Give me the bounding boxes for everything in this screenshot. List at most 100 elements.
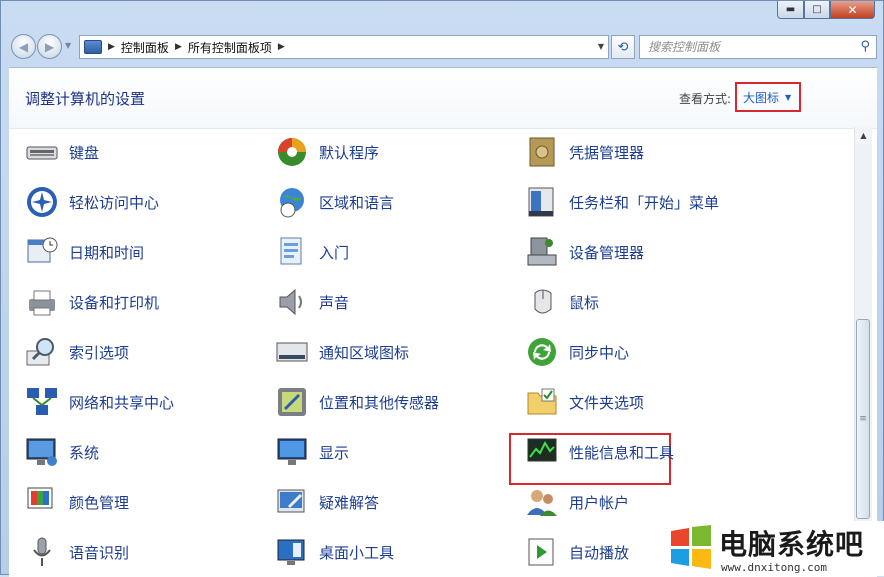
control-panel-item-label[interactable]: 颜色管理 <box>69 492 129 513</box>
control-panel-item-label[interactable]: 性能信息和工具 <box>569 442 674 463</box>
search-icon[interactable]: ⚲ <box>860 39 870 54</box>
content-pane: 调整计算机的设置 查看方式: 大图标 ▼ 键盘轻松访问中心 日期和时间设备和打印机… <box>9 67 877 577</box>
window-controls: ▬ □ ✕ <box>777 1 875 19</box>
control-panel-item[interactable]: 文件夹选项 <box>525 382 644 422</box>
search-input[interactable] <box>646 39 850 55</box>
control-panel-item-label[interactable]: 语音识别 <box>69 542 129 563</box>
control-panel-item-label[interactable]: 自动播放 <box>569 542 629 563</box>
search-box[interactable]: ⚲ <box>639 35 877 59</box>
control-panel-item[interactable]: 键盘 <box>25 132 99 172</box>
breadcrumb-control-panel[interactable]: 控制面板 <box>121 39 169 56</box>
control-panel-item[interactable]: 设备管理器 <box>525 232 644 272</box>
forward-button[interactable]: ▶ <box>37 34 62 59</box>
control-panel-item-label[interactable]: 区域和语言 <box>319 192 394 213</box>
back-button[interactable]: ◀ <box>11 34 36 59</box>
control-panel-item[interactable]: 任务栏和「开始」菜单 <box>525 182 719 222</box>
control-panel-item-label[interactable]: 用户帐户 <box>569 492 629 513</box>
control-panel-item[interactable]: 桌面小工具 <box>275 532 394 572</box>
control-panel-item-label[interactable]: 位置和其他传感器 <box>319 392 439 413</box>
control-panel-item[interactable]: 区域和语言 <box>275 182 394 222</box>
minimize-button[interactable]: ▬ <box>777 1 804 19</box>
chevron-right-icon[interactable]: ▶ <box>175 42 182 52</box>
control-panel-item-label[interactable]: 同步中心 <box>569 342 629 363</box>
control-panel-item[interactable]: 轻松访问中心 <box>25 182 159 222</box>
control-panel-item-label[interactable]: 设备管理器 <box>569 242 644 263</box>
control-panel-item-label[interactable]: 凭据管理器 <box>569 142 644 163</box>
control-panel-item[interactable]: 自动播放 <box>525 532 629 572</box>
index-magnifier-icon <box>25 335 59 369</box>
control-panel-item[interactable]: 位置和其他传感器 <box>275 382 439 422</box>
control-panel-item[interactable]: 同步中心 <box>525 332 629 372</box>
system-monitor-icon <box>25 435 59 469</box>
chevron-down-icon[interactable]: ▼ <box>785 93 791 102</box>
close-button[interactable]: ✕ <box>830 1 875 19</box>
control-panel-item-label[interactable]: 默认程序 <box>319 142 379 163</box>
control-panel-item-label[interactable]: 通知区域图标 <box>319 342 409 363</box>
recent-pages-dropdown[interactable]: ▼ <box>65 41 71 50</box>
sensor-icon <box>275 385 309 419</box>
watermark-url: www.dnxitong.com <box>721 561 827 574</box>
control-panel-item[interactable]: 显示 <box>275 432 349 472</box>
control-panel-icon <box>84 40 102 54</box>
control-panel-item[interactable]: 用户帐户 <box>525 482 629 522</box>
control-panel-item-label[interactable]: 日期和时间 <box>69 242 144 263</box>
control-panel-item-label[interactable]: 疑难解答 <box>319 492 379 513</box>
control-panel-item-label[interactable]: 系统 <box>69 442 99 463</box>
control-panel-item-label[interactable]: 鼠标 <box>569 292 599 313</box>
windows-logo-icon <box>671 525 711 569</box>
control-panel-item[interactable]: 日期和时间 <box>25 232 144 272</box>
control-panel-item-label[interactable]: 任务栏和「开始」菜单 <box>569 192 719 213</box>
control-panel-item-label[interactable]: 轻松访问中心 <box>69 192 159 213</box>
troubleshooting-icon <box>275 485 309 519</box>
control-panel-item[interactable]: 语音识别 <box>25 532 129 572</box>
chevron-right-icon[interactable]: ▶ <box>278 42 285 52</box>
breadcrumb-all-items[interactable]: 所有控制面板项 <box>188 39 272 56</box>
view-by-value[interactable]: 大图标 <box>743 89 779 106</box>
getting-started-icon <box>275 235 309 269</box>
control-panel-item-label[interactable]: 文件夹选项 <box>569 392 644 413</box>
maximize-button[interactable]: □ <box>804 1 830 19</box>
control-panel-item[interactable]: 声音 <box>275 282 349 322</box>
refresh-button[interactable]: ⟲ <box>611 35 635 59</box>
user-accounts-icon <box>525 485 559 519</box>
performance-icon <box>525 435 559 469</box>
control-panel-item[interactable]: 默认程序 <box>275 132 379 172</box>
address-dropdown-icon[interactable]: ▼ <box>598 42 604 51</box>
control-panel-item-label[interactable]: 声音 <box>319 292 349 313</box>
control-panel-item[interactable]: 网络和共享中心 <box>25 382 174 422</box>
control-panel-item-label[interactable]: 显示 <box>319 442 349 463</box>
vertical-scrollbar[interactable]: ▲ ≡ ▼ <box>854 127 872 576</box>
default-programs-icon <box>275 135 309 169</box>
control-panel-item-label[interactable]: 入门 <box>319 242 349 263</box>
back-arrow-icon: ◀ <box>18 39 29 54</box>
control-panel-item[interactable]: 鼠标 <box>525 282 599 322</box>
device-manager-icon <box>525 235 559 269</box>
taskbar-icon <box>525 185 559 219</box>
control-panel-item[interactable]: 通知区域图标 <box>275 332 409 372</box>
microphone-icon <box>25 535 59 569</box>
control-panel-item-label[interactable]: 桌面小工具 <box>319 542 394 563</box>
control-panel-item[interactable]: 索引选项 <box>25 332 129 372</box>
view-by-dropdown[interactable]: 大图标 ▼ <box>735 82 801 112</box>
calendar-clock-icon <box>25 235 59 269</box>
color-management-icon <box>25 485 59 519</box>
content-header: 调整计算机的设置 查看方式: 大图标 ▼ <box>9 68 877 129</box>
control-panel-item-label[interactable]: 网络和共享中心 <box>69 392 174 413</box>
control-panel-item[interactable]: 设备和打印机 <box>25 282 159 322</box>
ease-of-access-icon <box>25 185 59 219</box>
control-panel-item[interactable]: 凭据管理器 <box>525 132 644 172</box>
scroll-thumb[interactable]: ≡ <box>856 319 870 519</box>
control-panel-item[interactable]: 疑难解答 <box>275 482 379 522</box>
control-panel-item-label[interactable]: 键盘 <box>69 142 99 163</box>
control-panel-item[interactable]: 性能信息和工具 <box>525 432 674 472</box>
control-panel-item-label[interactable]: 设备和打印机 <box>69 292 159 313</box>
control-panel-item[interactable]: 入门 <box>275 232 349 272</box>
mouse-icon <box>525 285 559 319</box>
control-panel-item[interactable]: 颜色管理 <box>25 482 129 522</box>
control-panel-item-label[interactable]: 索引选项 <box>69 342 129 363</box>
control-panel-item[interactable]: 系统 <box>25 432 99 472</box>
chevron-right-icon[interactable]: ▶ <box>108 42 115 52</box>
watermark-title: 电脑系统吧 <box>719 528 865 561</box>
scroll-up-button[interactable]: ▲ <box>855 127 872 144</box>
address-bar[interactable]: ▶ 控制面板 ▶ 所有控制面板项 ▶ ▼ <box>79 35 609 59</box>
